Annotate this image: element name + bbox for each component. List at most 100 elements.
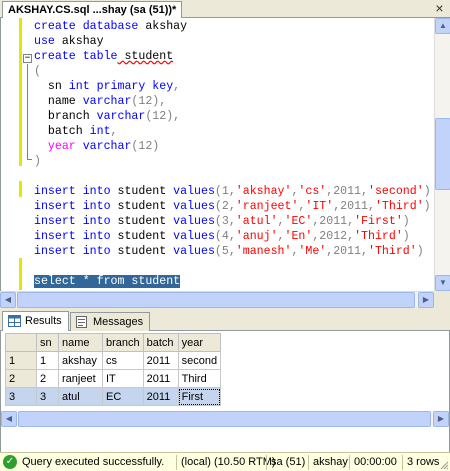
- code-line[interactable]: [34, 259, 431, 274]
- scroll-left-icon[interactable]: ◀: [0, 292, 16, 308]
- tab-results[interactable]: Results: [2, 311, 69, 331]
- code-line[interactable]: year varchar(12): [34, 139, 431, 154]
- status-user: sa (51): [271, 456, 306, 468]
- sql-code[interactable]: create database akshay use akshay create t…: [34, 19, 431, 289]
- cell[interactable]: Third: [177, 369, 222, 388]
- editor-vertical-scrollbar[interactable]: ▲ ▼: [434, 18, 450, 291]
- code-token: 'second': [368, 185, 424, 198]
- scroll-corner: [434, 291, 450, 307]
- code-line[interactable]: [34, 169, 431, 184]
- query-editor[interactable]: − create database akshay use akshay create…: [0, 18, 434, 291]
- column-header[interactable]: sn: [36, 333, 59, 352]
- code-line[interactable]: sn int primary key,: [34, 79, 431, 94]
- column-header[interactable]: name: [58, 333, 103, 352]
- column-header[interactable]: batch: [142, 333, 179, 352]
- cell[interactable]: EC: [102, 387, 144, 406]
- code-token: (1,: [214, 185, 236, 198]
- code-token: insert into: [34, 200, 111, 213]
- scroll-up-icon[interactable]: ▲: [435, 18, 450, 34]
- code-token: name: [34, 95, 83, 108]
- close-icon[interactable]: ×: [432, 1, 447, 16]
- grid-horizontal-scrollbar[interactable]: ◀ ▶: [1, 411, 449, 427]
- code-token: sn: [34, 80, 69, 93]
- code-line[interactable]: name varchar(12),: [34, 94, 431, 109]
- column-header[interactable]: year: [177, 333, 222, 352]
- changed-lines-marker: [19, 18, 22, 166]
- resize-grip-icon[interactable]: [439, 460, 449, 470]
- cell[interactable]: akshay: [58, 351, 103, 370]
- code-line[interactable]: create database akshay: [34, 19, 431, 34]
- code-token: values: [173, 230, 215, 243]
- scroll-thumb[interactable]: [18, 411, 431, 427]
- messages-icon: [76, 316, 87, 328]
- cell[interactable]: 2011: [142, 387, 179, 406]
- scroll-left-icon[interactable]: ◀: [1, 411, 17, 427]
- cell[interactable]: ranjeet: [58, 369, 103, 388]
- code-line[interactable]: insert into student values(5,'manesh','M…: [34, 244, 431, 259]
- row-number[interactable]: 3: [5, 387, 37, 406]
- code-token: (4,: [214, 230, 236, 243]
- code-token: student: [110, 185, 174, 198]
- status-bar: ✓ Query executed successfully. (local) (…: [0, 452, 450, 471]
- results-grid[interactable]: sn name branch batch year 1 1 akshay cs …: [0, 331, 450, 452]
- code-token: varchar: [82, 140, 132, 153]
- code-line[interactable]: insert into student values(4,'anuj','En'…: [34, 229, 431, 244]
- code-token: insert into: [34, 245, 111, 258]
- cell[interactable]: 2011: [142, 351, 179, 370]
- code-token: ): [416, 245, 424, 258]
- status-divider: [308, 455, 309, 470]
- corner-header[interactable]: [5, 333, 37, 352]
- code-line[interactable]: (: [34, 64, 431, 79]
- editor-margin: [1, 18, 21, 291]
- table-row[interactable]: 2 2 ranjeet IT 2011 Third: [5, 369, 222, 388]
- scroll-down-icon[interactable]: ▼: [435, 275, 450, 291]
- cell[interactable]: second: [177, 351, 222, 370]
- code-token: akshay: [138, 20, 188, 33]
- cell-focused[interactable]: First: [177, 387, 222, 406]
- code-token: ,2012,: [312, 230, 355, 243]
- code-line[interactable]: ): [34, 154, 431, 169]
- code-line[interactable]: insert into student values(3,'atul','EC'…: [34, 214, 431, 229]
- code-token: student: [110, 230, 174, 243]
- status-server: (local) (10.50 RTM): [181, 456, 276, 468]
- code-token: select * from student: [34, 275, 181, 288]
- code-line[interactable]: select * from student: [34, 274, 431, 289]
- cell[interactable]: 2: [36, 369, 59, 388]
- code-token: 'Third': [354, 230, 403, 243]
- code-token: create table: [34, 50, 118, 63]
- success-check-icon: ✓: [3, 455, 17, 469]
- code-line[interactable]: create table student: [34, 49, 431, 64]
- cell[interactable]: 3: [36, 387, 59, 406]
- scroll-thumb[interactable]: [17, 292, 415, 308]
- cell[interactable]: IT: [102, 369, 144, 388]
- code-token: 'manesh': [235, 245, 292, 258]
- table-row[interactable]: 1 1 akshay cs 2011 second: [5, 351, 222, 370]
- scroll-right-icon[interactable]: ▶: [433, 411, 449, 427]
- column-header[interactable]: branch: [102, 333, 144, 352]
- cell[interactable]: 1: [36, 351, 59, 370]
- editor-horizontal-scrollbar[interactable]: ◀ ▶: [0, 291, 434, 308]
- code-token: 'Me': [298, 245, 327, 258]
- code-line[interactable]: use akshay: [34, 34, 431, 49]
- code-token: (: [34, 65, 41, 78]
- tab-messages[interactable]: Messages: [70, 312, 151, 331]
- scroll-right-icon[interactable]: ▶: [418, 292, 434, 308]
- tab-akshay-sql[interactable]: AKSHAY.CS.sql ...shay (sa (51))*: [2, 1, 183, 18]
- table-row-selected[interactable]: 3 3 atul EC 2011 First: [5, 387, 222, 406]
- collapse-toggle[interactable]: −: [23, 54, 32, 63]
- code-line[interactable]: insert into student values(1,'akshay','c…: [34, 184, 431, 199]
- row-number[interactable]: 1: [5, 351, 37, 370]
- code-token: ): [34, 155, 41, 168]
- code-token: ,: [173, 80, 181, 93]
- cell[interactable]: atul: [58, 387, 103, 406]
- code-line[interactable]: insert into student values(2,'ranjeet','…: [34, 199, 431, 214]
- grid-icon: [8, 315, 21, 327]
- cell[interactable]: cs: [102, 351, 144, 370]
- row-number[interactable]: 2: [5, 369, 37, 388]
- cell[interactable]: 2011: [142, 369, 179, 388]
- scroll-thumb[interactable]: [435, 118, 450, 190]
- code-line[interactable]: branch varchar(12),: [34, 109, 431, 124]
- code-token: 'IT': [305, 200, 334, 213]
- code-token: year: [34, 140, 83, 153]
- code-line[interactable]: batch int,: [34, 124, 431, 139]
